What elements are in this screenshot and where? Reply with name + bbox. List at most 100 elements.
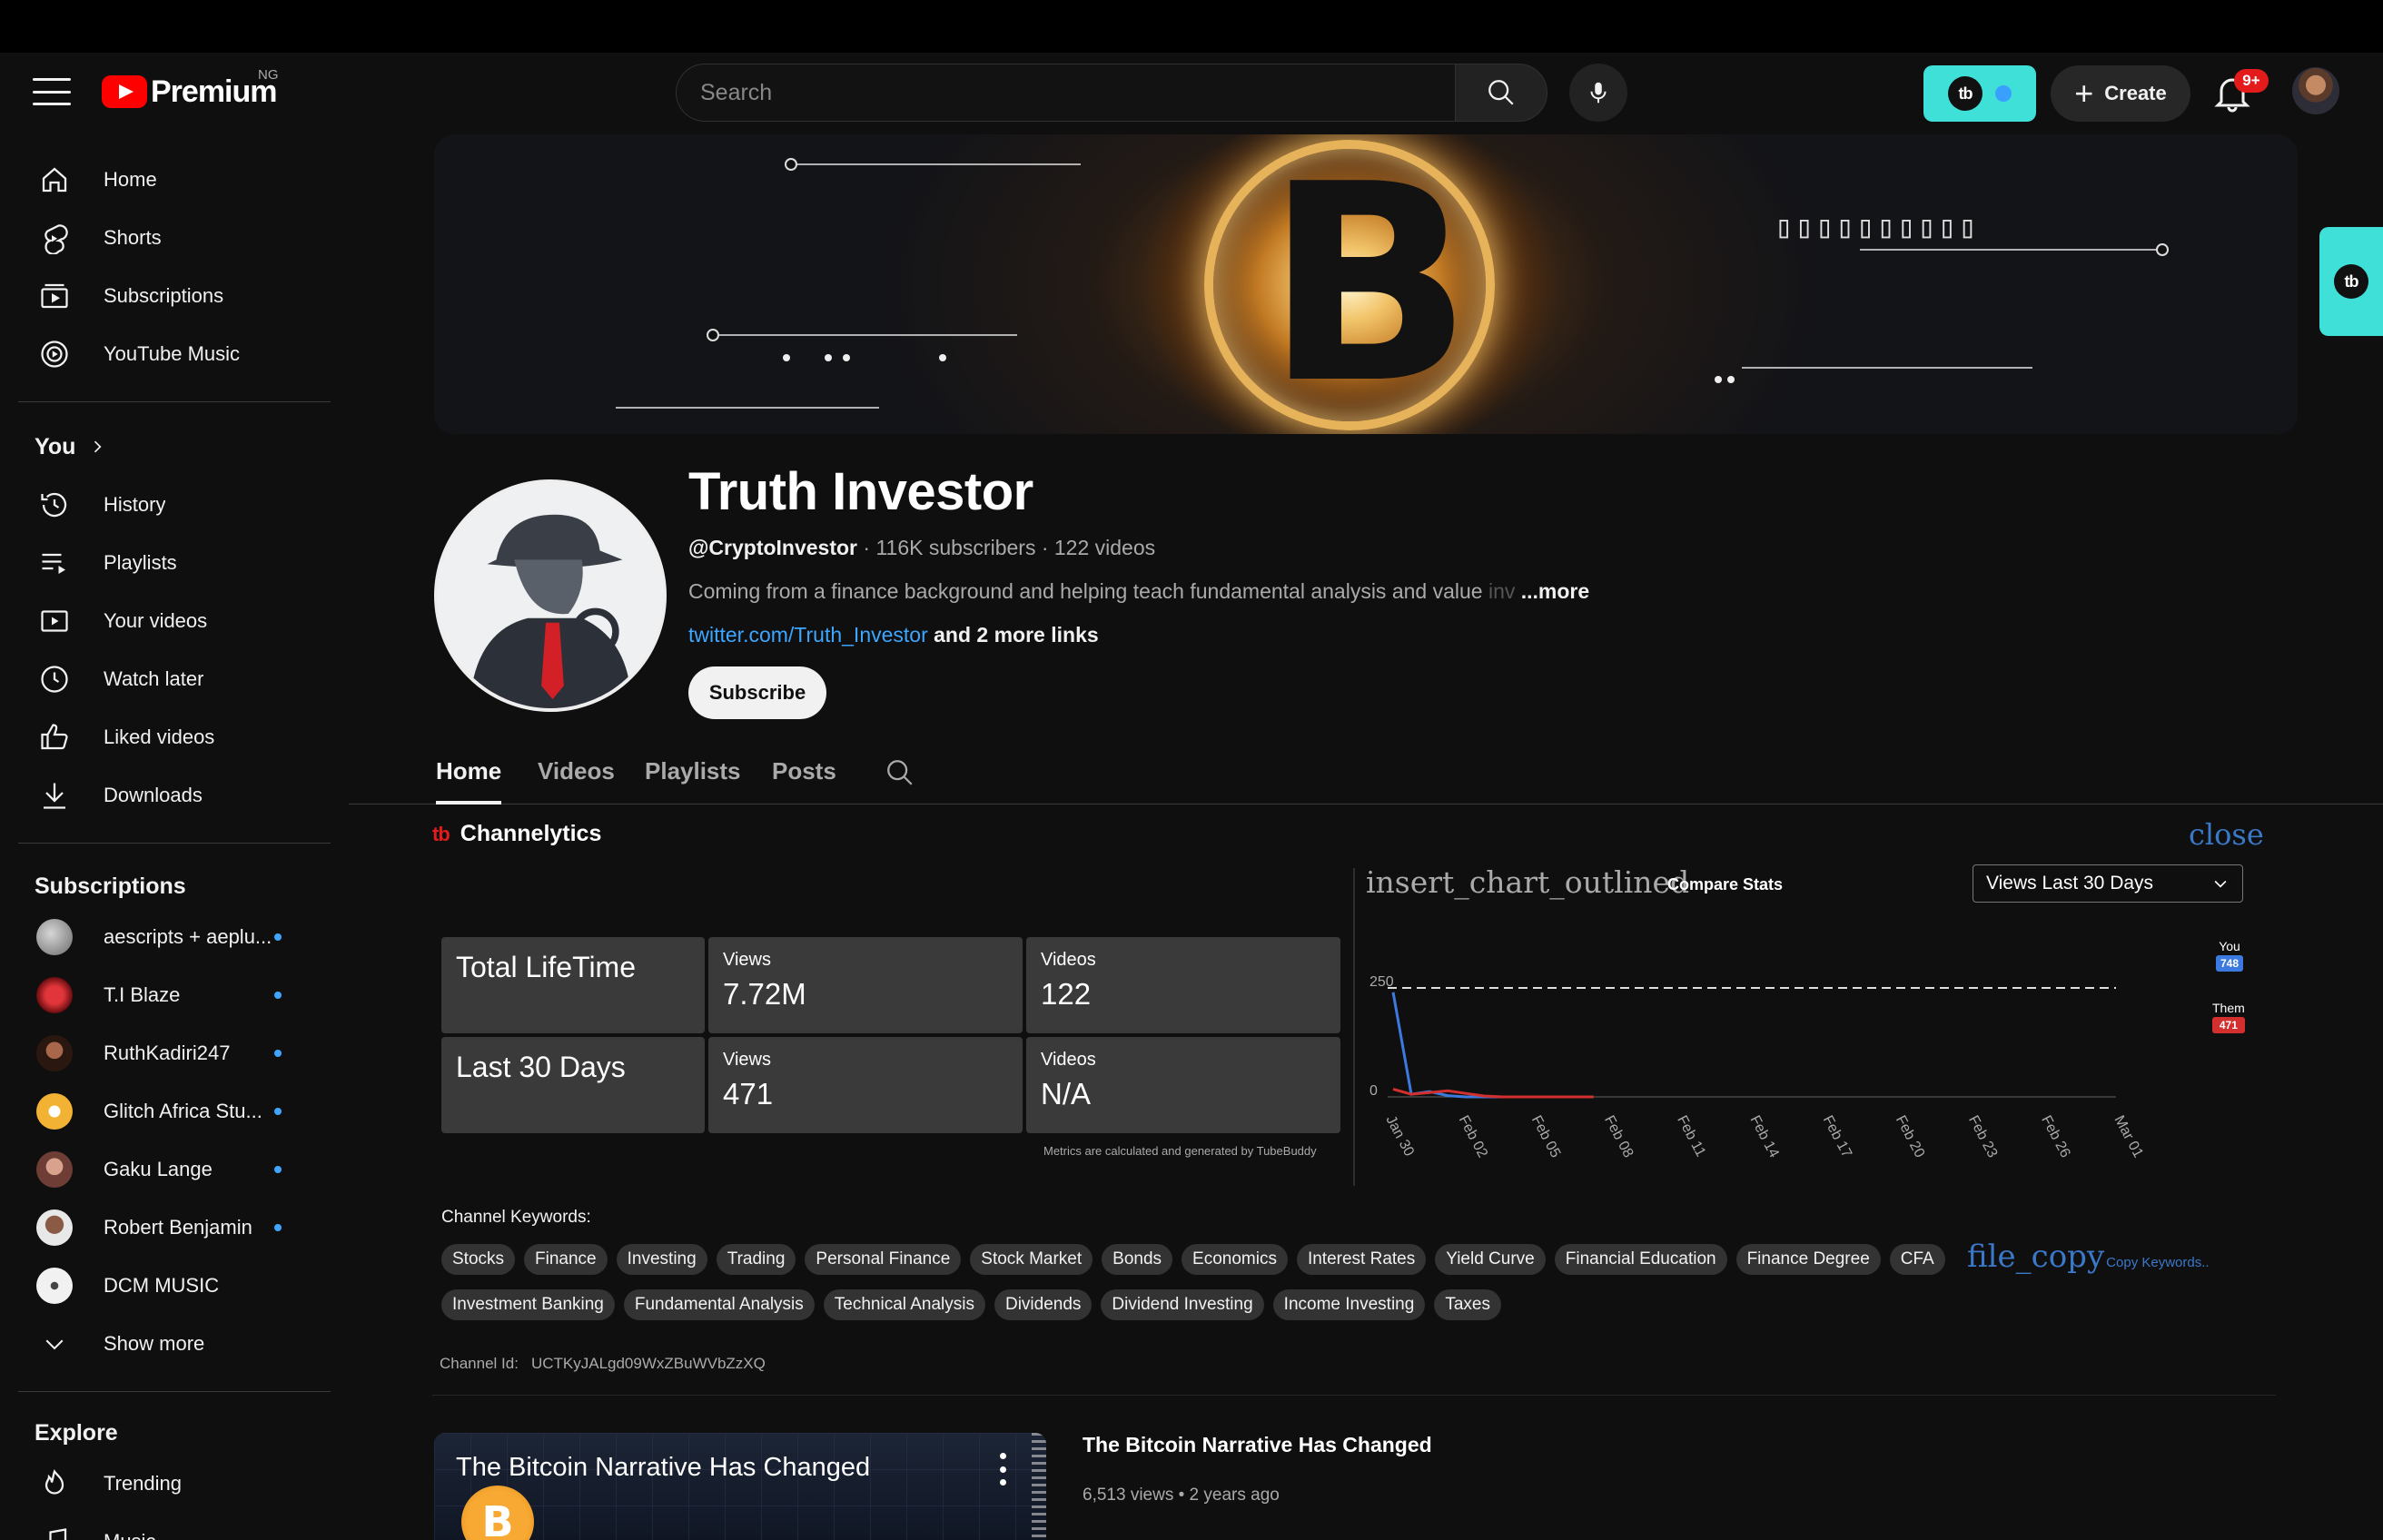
close-button[interactable]: close bbox=[2189, 817, 2264, 852]
compare-stats-button[interactable]: Compare Stats bbox=[1667, 875, 1783, 894]
sidebar-item-shorts[interactable]: Shorts bbox=[18, 211, 332, 265]
sidebar-item-your-videos[interactable]: Your videos bbox=[18, 594, 332, 648]
channel-name: Truth Investor bbox=[688, 462, 1033, 521]
sidebar-item-liked-videos[interactable]: Liked videos bbox=[18, 710, 332, 765]
sidebar-item-home[interactable]: Home bbox=[18, 153, 332, 207]
keyword-chip[interactable]: Dividends bbox=[994, 1289, 1093, 1320]
sidebar-item-history[interactable]: History bbox=[18, 478, 332, 532]
sidebar-item-youtube-music[interactable]: YouTube Music bbox=[18, 327, 332, 381]
channel-tabs: Home Videos Playlists Posts bbox=[349, 745, 2383, 805]
circuit-node bbox=[785, 158, 797, 171]
y-tick-label: 0 bbox=[1369, 1083, 1378, 1099]
video-thumbnail[interactable]: The Bitcoin Narrative Has Changed B bbox=[434, 1433, 1046, 1540]
keyword-chip[interactable]: Taxes bbox=[1434, 1289, 1501, 1320]
keyword-chip[interactable]: Finance Degree bbox=[1735, 1244, 1881, 1275]
series-line-them bbox=[1392, 1087, 1594, 1099]
keyword-chip[interactable]: Trading bbox=[716, 1244, 796, 1275]
tubebuddy-button[interactable]: tb bbox=[1923, 65, 2036, 122]
subscription-item[interactable]: T.I Blaze bbox=[18, 968, 332, 1022]
description-more-button[interactable]: ...more bbox=[1521, 579, 1589, 603]
keyword-chip[interactable]: Stocks bbox=[441, 1244, 516, 1275]
chart-icon[interactable]: insert_chart_outlined bbox=[1366, 864, 1689, 900]
stat-cell: Views 471 bbox=[708, 1037, 1023, 1133]
keyword-chip[interactable]: Personal Finance bbox=[805, 1244, 962, 1275]
circuit-line bbox=[790, 163, 1081, 165]
keyword-chip[interactable]: CFA bbox=[1889, 1244, 1945, 1275]
keyword-chip[interactable]: Fundamental Analysis bbox=[623, 1289, 815, 1320]
trending-icon bbox=[44, 1468, 64, 1495]
x-tick-label: Feb 14 bbox=[1746, 1113, 1781, 1160]
stat-row-label: Last 30 Days bbox=[441, 1037, 705, 1133]
youtube-premium-logo[interactable]: Premium NG bbox=[102, 67, 279, 114]
sidebar-item-subscriptions[interactable]: Subscriptions bbox=[18, 269, 332, 323]
keyword-chip[interactable]: Income Investing bbox=[1272, 1289, 1426, 1320]
tab-home[interactable]: Home bbox=[436, 757, 501, 785]
tubebuddy-side-tab[interactable]: tb bbox=[2319, 227, 2383, 336]
description-text: Coming from a finance background and hel… bbox=[688, 579, 1488, 603]
keyword-chip[interactable]: Finance bbox=[524, 1244, 608, 1275]
channelytics-header: tb Channelytics bbox=[432, 821, 601, 847]
range-select[interactable]: Views Last 30 Days bbox=[1973, 864, 2243, 903]
tab-playlists[interactable]: Playlists bbox=[645, 757, 741, 785]
playlists-icon bbox=[42, 553, 65, 574]
sidebar-item-playlists[interactable]: Playlists bbox=[18, 536, 332, 590]
subscription-item[interactable]: aescripts + aeplu... bbox=[18, 910, 332, 964]
account-avatar[interactable] bbox=[2292, 67, 2339, 114]
twitter-link[interactable]: twitter.com/Truth_Investor bbox=[688, 623, 928, 647]
sidebar-item-downloads[interactable]: Downloads bbox=[18, 768, 332, 823]
menu-icon[interactable] bbox=[33, 78, 71, 105]
keyword-chip[interactable]: Bonds bbox=[1102, 1244, 1173, 1275]
views-chart: 0 250 Jan 30 Feb 02 Feb 05 Feb 08 Feb 11 Feb 14… bbox=[1369, 974, 2146, 1160]
search-button[interactable] bbox=[1455, 64, 1547, 122]
subscription-item[interactable]: Gaku Lange bbox=[18, 1142, 332, 1197]
sidebar-item-watch-later[interactable]: Watch later bbox=[18, 652, 332, 706]
search-box bbox=[676, 64, 1547, 122]
circuit-dot bbox=[1727, 376, 1735, 383]
subscribe-button[interactable]: Subscribe bbox=[688, 666, 826, 719]
home-icon bbox=[42, 167, 67, 192]
keyword-chip[interactable]: Financial Education bbox=[1554, 1244, 1727, 1275]
plus-icon: + bbox=[2074, 74, 2094, 112]
keyword-chip[interactable]: Technical Analysis bbox=[823, 1289, 985, 1320]
keyword-chip[interactable]: Dividend Investing bbox=[1101, 1289, 1264, 1320]
keyword-chip[interactable]: Investment Banking bbox=[441, 1289, 615, 1320]
tab-videos[interactable]: Videos bbox=[538, 757, 615, 785]
video-title[interactable]: The Bitcoin Narrative Has Changed bbox=[1083, 1433, 1432, 1457]
subscription-label: aescripts + aeplu... bbox=[104, 925, 272, 948]
more-links-button[interactable]: and 2 more links bbox=[934, 623, 1099, 647]
create-button[interactable]: + Create bbox=[2051, 65, 2190, 122]
keyword-chip[interactable]: Interest Rates bbox=[1296, 1244, 1427, 1275]
keyword-chip[interactable]: Stock Market bbox=[970, 1244, 1093, 1275]
keyword-chip[interactable]: Investing bbox=[616, 1244, 707, 1275]
voice-search-button[interactable] bbox=[1569, 64, 1627, 122]
sidebar-item-label: Shorts bbox=[104, 226, 162, 249]
channel-description[interactable]: Coming from a finance background and hel… bbox=[688, 579, 1589, 604]
search-icon[interactable] bbox=[885, 757, 915, 788]
sidebar-item-trending[interactable]: Trending bbox=[18, 1456, 332, 1511]
x-tick-label: Feb 05 bbox=[1528, 1113, 1563, 1160]
keyword-chip[interactable]: Yield Curve bbox=[1435, 1244, 1546, 1275]
channel-avatar bbox=[36, 977, 73, 1013]
shorts-icon bbox=[44, 224, 68, 254]
region-code: NG bbox=[258, 67, 279, 83]
thumbnail-title: The Bitcoin Narrative Has Changed bbox=[456, 1453, 871, 1482]
sidebar-item-label: Your videos bbox=[104, 609, 208, 632]
legend-them-label: Them bbox=[2212, 1001, 2245, 1015]
subscription-item[interactable]: RuthKadiri247 bbox=[18, 1026, 332, 1081]
sidebar-item-music[interactable]: Music bbox=[18, 1515, 332, 1540]
tab-posts[interactable]: Posts bbox=[772, 757, 836, 785]
subscription-label: Robert Benjamin bbox=[104, 1216, 252, 1239]
sidebar-you-header[interactable]: You bbox=[18, 420, 332, 474]
copy-keywords-button[interactable]: file_copy Copy Keywords.. bbox=[1967, 1239, 2210, 1275]
more-options-icon[interactable] bbox=[992, 1453, 1014, 1486]
circuit-dot bbox=[939, 354, 946, 361]
search-input[interactable] bbox=[676, 64, 1455, 122]
subscription-item[interactable]: DCM MUSIC bbox=[18, 1259, 332, 1313]
keyword-chip[interactable]: Economics bbox=[1182, 1244, 1288, 1275]
legend-them: Them 471 bbox=[2212, 1001, 2245, 1033]
subscription-item[interactable]: Glitch Africa Stu... bbox=[18, 1084, 332, 1139]
show-more-button[interactable]: Show more bbox=[18, 1317, 332, 1371]
subscription-item[interactable]: Robert Benjamin bbox=[18, 1200, 332, 1255]
legend-you-value: 748 bbox=[2216, 955, 2244, 972]
total-videos-value: 122 bbox=[1041, 977, 1092, 1011]
